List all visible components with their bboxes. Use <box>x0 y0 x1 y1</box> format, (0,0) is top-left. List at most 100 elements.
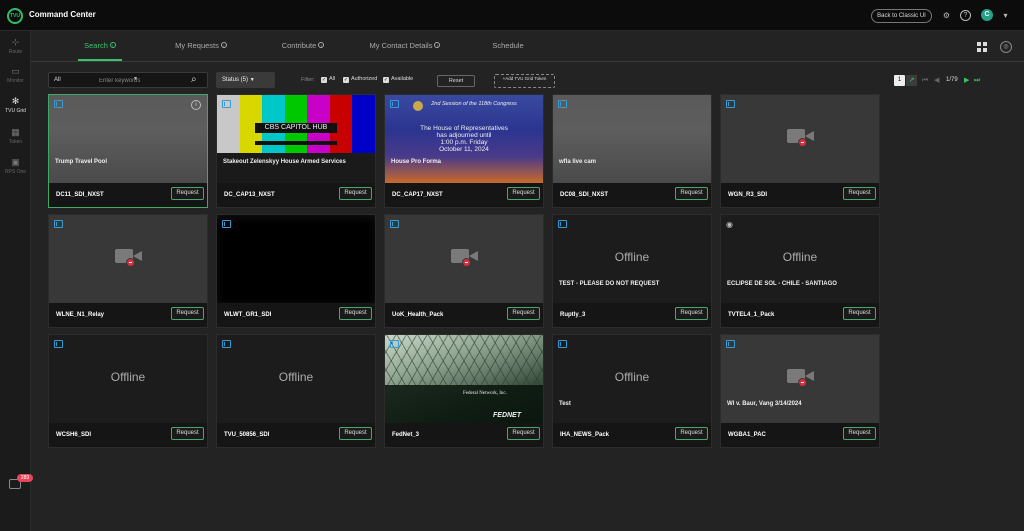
tab-contribute[interactable]: Contribute i <box>277 41 329 61</box>
source-card[interactable]: Offline WCSH6_SDI Request <box>48 334 208 448</box>
source-card[interactable]: Trump Travel Pool i DC11_SDI_NXST Request <box>48 94 208 208</box>
avatar[interactable]: C <box>981 9 993 21</box>
tab-schedule[interactable]: Schedule <box>487 41 529 61</box>
page-count: 1/79 <box>946 77 958 83</box>
first-page-icon[interactable]: ⏮ <box>922 75 928 86</box>
source-card[interactable]: wfla live cam DC08_SDI_NXST Request <box>552 94 712 208</box>
source-thumbnail[interactable] <box>49 215 207 303</box>
sidebar-item-token[interactable]: ▦ Token <box>0 127 31 145</box>
camera-off-icon <box>785 123 817 151</box>
help-icon[interactable]: ? <box>960 10 971 21</box>
source-thumbnail[interactable]: 2nd Session of the 118th Congress The Hou… <box>385 95 543 183</box>
overlay-text: CBS CAPITOL HUB <box>255 123 337 133</box>
request-button[interactable]: Request <box>675 427 708 440</box>
request-button[interactable]: Request <box>339 187 372 200</box>
go-page-icon[interactable]: ↗ <box>906 75 917 86</box>
tvu-grid-icon <box>54 340 63 348</box>
source-thumbnail[interactable]: wfla live cam <box>553 95 711 183</box>
sidebar-item-tvu-grid[interactable]: ✻ TVU Grid <box>0 96 31 114</box>
last-page-icon[interactable]: ⏭ <box>974 75 980 86</box>
back-to-classic-button[interactable]: Back to Classic UI <box>871 9 932 23</box>
request-button[interactable]: Request <box>843 187 876 200</box>
grid-view-icon[interactable] <box>977 42 987 52</box>
checkmark-icon: ✓ <box>343 77 349 83</box>
search-scope-select[interactable]: All <box>54 77 61 83</box>
overlay-text: has adjourned until <box>436 132 492 139</box>
search-input[interactable] <box>99 75 189 86</box>
source-card[interactable]: WLNE_N1_Relay Request <box>48 214 208 328</box>
info-icon[interactable]: i <box>191 100 201 110</box>
sidebar-item-rps-one[interactable]: ▣ RPS One <box>0 157 31 175</box>
request-button[interactable]: Request <box>675 307 708 320</box>
settings-icon[interactable]: ◎ <box>1000 41 1012 53</box>
tvu-grid-icon <box>390 100 399 108</box>
search-box: All ▼ ⌕ <box>48 72 208 88</box>
tab-search[interactable]: Search i <box>78 41 122 61</box>
tvu-grid-icon <box>390 220 399 228</box>
page-number-input[interactable]: 1 <box>894 75 905 86</box>
source-card[interactable]: UoK_Health_Pack Request <box>384 214 544 328</box>
source-name: IHA_NEWS_Pack <box>560 432 610 438</box>
source-name: DC_CAP13_NXST <box>224 192 275 198</box>
source-card[interactable]: Offline TEST - PLEASE DO NOT REQUEST Ruptl… <box>552 214 712 328</box>
source-card[interactable]: WLWT_GR1_SDI Request <box>216 214 376 328</box>
source-thumbnail[interactable] <box>721 95 879 183</box>
chevron-down-icon[interactable]: ▾ <box>1000 10 1011 21</box>
source-card[interactable]: WGN_R3_SDI Request <box>720 94 880 208</box>
next-page-icon[interactable]: ▶ <box>964 75 969 86</box>
tab-my-requests[interactable]: My Requests i <box>170 41 232 61</box>
info-icon: i <box>220 42 227 48</box>
source-thumbnail[interactable]: Trump Travel Pool i <box>49 95 207 183</box>
request-button[interactable]: Request <box>171 427 204 440</box>
request-button[interactable]: Request <box>675 187 708 200</box>
source-card[interactable]: Offline TVU_50856_SDI Request <box>216 334 376 448</box>
gear-icon[interactable]: ⚙ <box>941 10 952 21</box>
request-button[interactable]: Request <box>339 307 372 320</box>
checkmark-icon: ✓ <box>321 77 327 83</box>
app-title: Command Center <box>29 10 96 19</box>
request-button[interactable]: Request <box>507 427 540 440</box>
source-thumbnail[interactable] <box>217 215 375 303</box>
request-button[interactable]: Request <box>843 307 876 320</box>
source-thumbnail[interactable]: Offline TEST - PLEASE DO NOT REQUEST <box>553 215 711 303</box>
card-footer: DC_CAP17_NXST Request <box>385 183 543 207</box>
source-card[interactable]: Offline Test IHA_NEWS_Pack Request <box>552 334 712 448</box>
eye-icon[interactable]: ◉ <box>726 220 733 229</box>
request-button[interactable]: Request <box>507 187 540 200</box>
source-card[interactable]: Offline ECLIPSE DE SOL - CHILE - SANTIAGO… <box>720 214 880 328</box>
add-tvu-grid-token-button[interactable]: +Add TVU Grid Token <box>494 74 555 88</box>
source-thumbnail[interactable]: Offline ECLIPSE DE SOL - CHILE - SANTIAGO… <box>721 215 879 303</box>
search-icon[interactable]: ⌕ <box>191 74 197 85</box>
source-thumbnail[interactable]: Offline Test <box>553 335 711 423</box>
filter-available-checkbox[interactable]: ✓ Available <box>383 76 413 83</box>
source-thumbnail[interactable]: Federal Network, Inc. FEDNET <box>385 335 543 423</box>
sidebar-item-monitor[interactable]: ▭ Monitor <box>0 66 31 84</box>
source-name: DC_CAP17_NXST <box>392 192 443 198</box>
request-button[interactable]: Request <box>843 427 876 440</box>
sidebar-item-route[interactable]: ⊹ Route <box>0 37 31 55</box>
source-card[interactable]: Federal Network, Inc. FEDNET FedNet_3 Reque… <box>384 334 544 448</box>
request-button[interactable]: Request <box>339 427 372 440</box>
source-card[interactable]: WI v. Baur, Vang 3/14/2024 WGBA1_PAC Reque… <box>720 334 880 448</box>
source-card[interactable]: CBS CAPITOL HUB Stakeout Zelenskyy House … <box>216 94 376 208</box>
tab-my-contact-details[interactable]: My Contact Details i <box>364 41 446 61</box>
info-icon: i <box>109 42 116 48</box>
request-button[interactable]: Request <box>171 187 204 200</box>
filter-authorized-checkbox[interactable]: ✓ Authorized <box>343 76 377 83</box>
source-thumbnail[interactable] <box>385 215 543 303</box>
source-thumbnail[interactable]: Offline <box>49 335 207 423</box>
source-thumbnail[interactable]: Offline <box>217 335 375 423</box>
source-thumbnail[interactable]: WI v. Baur, Vang 3/14/2024 <box>721 335 879 423</box>
source-name: FedNet_3 <box>392 432 420 438</box>
reset-button[interactable]: Reset <box>437 75 475 87</box>
prev-page-icon[interactable]: ◀ <box>934 75 939 86</box>
overlay-text: 1:00 p.m. Friday <box>440 139 488 146</box>
card-footer: DC08_SDI_NXST Request <box>553 183 711 207</box>
source-card[interactable]: 2nd Session of the 118th Congress The Hou… <box>384 94 544 208</box>
request-button[interactable]: Request <box>507 307 540 320</box>
request-button[interactable]: Request <box>171 307 204 320</box>
status-dropdown[interactable]: Status (5) ▼ <box>216 72 275 88</box>
source-thumbnail[interactable]: CBS CAPITOL HUB Stakeout Zelenskyy House … <box>217 95 375 183</box>
filter-all-checkbox[interactable]: ✓ All <box>321 76 335 83</box>
sidebar-item-label: Route <box>8 49 23 55</box>
